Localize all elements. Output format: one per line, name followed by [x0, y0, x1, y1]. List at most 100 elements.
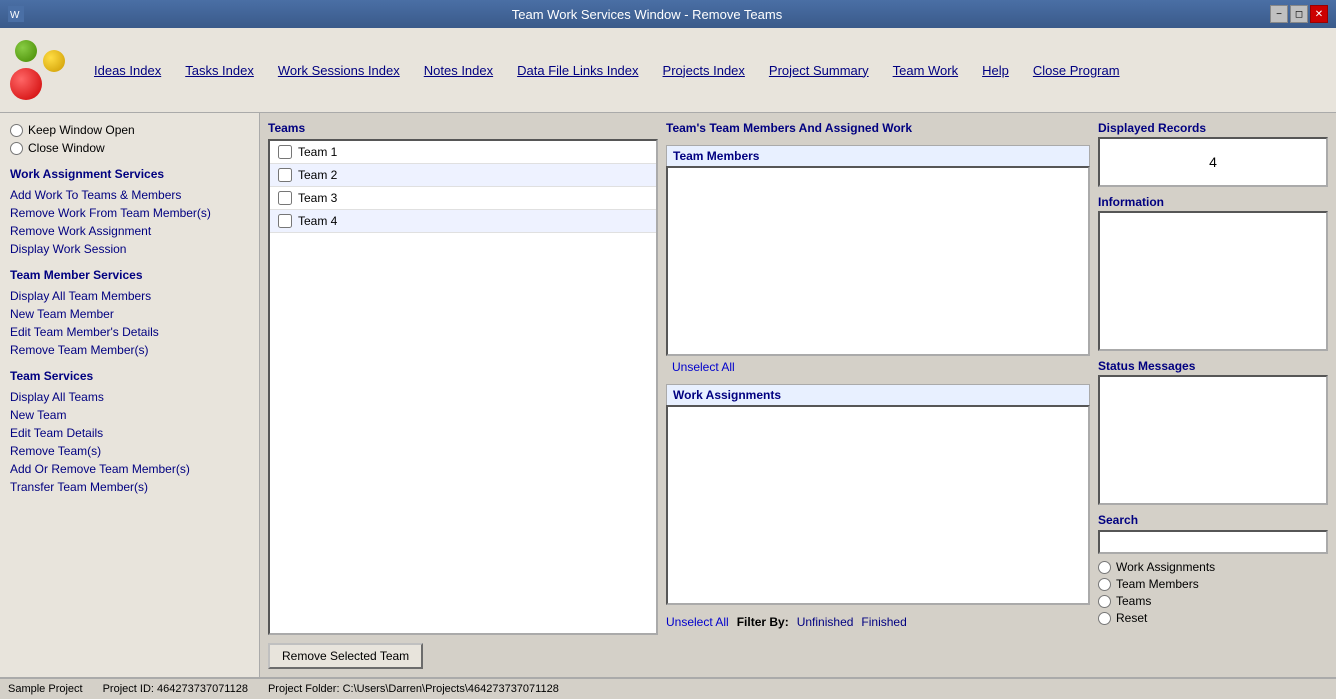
- sidebar-remove-teams[interactable]: Remove Team(s): [10, 442, 249, 460]
- menu-bar: Ideas Index Tasks Index Work Sessions In…: [0, 28, 1336, 113]
- sidebar-new-team-member[interactable]: New Team Member: [10, 305, 249, 323]
- search-teams-option[interactable]: Teams: [1098, 594, 1328, 608]
- search-reset-radio[interactable]: [1098, 612, 1111, 625]
- sidebar-add-work[interactable]: Add Work To Teams & Members: [10, 186, 249, 204]
- teams-panel-header: Teams: [268, 121, 658, 135]
- team-2-checkbox[interactable]: [278, 168, 292, 182]
- keep-window-open-label: Keep Window Open: [28, 123, 135, 137]
- team-item-3[interactable]: Team 3: [270, 187, 656, 210]
- status-messages-section: Status Messages: [1098, 359, 1328, 505]
- close-window-radio[interactable]: [10, 142, 23, 155]
- team-detail-panel: Team's Team Members And Assigned Work Te…: [666, 121, 1090, 669]
- information-section: Information: [1098, 195, 1328, 351]
- work-assignments-unselect-all[interactable]: Unselect All: [666, 615, 729, 629]
- logo-circle-red: [10, 68, 42, 100]
- app-logo: [10, 40, 65, 100]
- team-detail-header: Team's Team Members And Assigned Work: [666, 121, 1090, 135]
- sidebar-transfer-team-member[interactable]: Transfer Team Member(s): [10, 478, 249, 496]
- main-navigation: Ideas Index Tasks Index Work Sessions In…: [82, 59, 1326, 82]
- search-team-members-radio[interactable]: [1098, 578, 1111, 591]
- sidebar-remove-team-member[interactable]: Remove Team Member(s): [10, 341, 249, 359]
- close-window-button[interactable]: ✕: [1310, 5, 1328, 23]
- menu-data-file-links-index[interactable]: Data File Links Index: [505, 59, 650, 82]
- sidebar-new-team[interactable]: New Team: [10, 406, 249, 424]
- menu-notes-index[interactable]: Notes Index: [412, 59, 505, 82]
- status-project-folder: Project Folder: C:\Users\Darren\Projects…: [268, 683, 559, 695]
- team-members-header: Team Members: [666, 145, 1090, 166]
- teams-list[interactable]: Team 1 Team 2 Team 3 Team 4: [268, 139, 658, 635]
- filter-finished[interactable]: Finished: [861, 615, 906, 629]
- sidebar-remove-work-from-member[interactable]: Remove Work From Team Member(s): [10, 204, 249, 222]
- information-label: Information: [1098, 195, 1328, 209]
- team-3-label: Team 3: [298, 191, 337, 205]
- menu-tasks-index[interactable]: Tasks Index: [173, 59, 266, 82]
- sidebar-edit-team-member-details[interactable]: Edit Team Member's Details: [10, 323, 249, 341]
- team-4-label: Team 4: [298, 214, 337, 228]
- logo-circle-yellow: [43, 50, 65, 72]
- search-work-assignments-radio[interactable]: [1098, 561, 1111, 574]
- team-members-list[interactable]: [666, 166, 1090, 356]
- sidebar-display-all-teams[interactable]: Display All Teams: [10, 388, 249, 406]
- team-2-label: Team 2: [298, 168, 337, 182]
- close-window-label: Close Window: [28, 141, 105, 155]
- sidebar-display-work-session[interactable]: Display Work Session: [10, 240, 249, 258]
- title-bar: W Team Work Services Window - Remove Tea…: [0, 0, 1336, 28]
- search-work-assignments-option[interactable]: Work Assignments: [1098, 560, 1328, 574]
- sidebar-remove-work-assignment[interactable]: Remove Work Assignment: [10, 222, 249, 240]
- keep-window-open-option[interactable]: Keep Window Open: [10, 123, 249, 137]
- status-bar: Sample Project Project ID: 4642737370711…: [0, 677, 1336, 699]
- menu-project-summary[interactable]: Project Summary: [757, 59, 881, 82]
- close-window-option[interactable]: Close Window: [10, 141, 249, 155]
- team-members-unselect-row: Unselect All: [666, 356, 1090, 378]
- logo-circle-green: [15, 40, 37, 62]
- team-item-2[interactable]: Team 2: [270, 164, 656, 187]
- team-3-checkbox[interactable]: [278, 191, 292, 205]
- center-area: Teams Team 1 Team 2 Team 3 Team 4: [260, 113, 1336, 677]
- status-project-id-label: Project ID:: [103, 683, 154, 695]
- team-member-services-title: Team Member Services: [10, 268, 249, 282]
- menu-help[interactable]: Help: [970, 59, 1021, 82]
- team-item-1[interactable]: Team 1: [270, 141, 656, 164]
- sidebar-display-all-team-members[interactable]: Display All Team Members: [10, 287, 249, 305]
- search-reset-option[interactable]: Reset: [1098, 611, 1328, 625]
- svg-text:W: W: [10, 10, 20, 21]
- displayed-records-value: 4: [1098, 137, 1328, 187]
- status-project-id-value: 464273737071128: [157, 683, 248, 695]
- remove-selected-team-button[interactable]: Remove Selected Team: [268, 643, 423, 669]
- sidebar-add-remove-team-members[interactable]: Add Or Remove Team Member(s): [10, 460, 249, 478]
- displayed-records-label: Displayed Records: [1098, 121, 1328, 135]
- search-team-members-option[interactable]: Team Members: [1098, 577, 1328, 591]
- team-members-unselect-all[interactable]: Unselect All: [672, 360, 735, 374]
- menu-team-work[interactable]: Team Work: [881, 59, 971, 82]
- search-input[interactable]: [1098, 530, 1328, 554]
- menu-work-sessions-index[interactable]: Work Sessions Index: [266, 59, 412, 82]
- restore-button[interactable]: ◻: [1290, 5, 1308, 23]
- search-team-members-label: Team Members: [1116, 577, 1199, 591]
- menu-close-program[interactable]: Close Program: [1021, 59, 1132, 82]
- menu-projects-index[interactable]: Projects Index: [651, 59, 757, 82]
- status-project-name: Sample Project: [8, 683, 83, 695]
- team-1-checkbox[interactable]: [278, 145, 292, 159]
- search-teams-radio[interactable]: [1098, 595, 1111, 608]
- team-members-section: Team Members Unselect All: [666, 145, 1090, 378]
- team-4-checkbox[interactable]: [278, 214, 292, 228]
- team-item-4[interactable]: Team 4: [270, 210, 656, 233]
- sidebar-edit-team-details[interactable]: Edit Team Details: [10, 424, 249, 442]
- keep-window-open-radio[interactable]: [10, 124, 23, 137]
- search-reset-label: Reset: [1116, 611, 1147, 625]
- status-project-id: Project ID: 464273737071128: [103, 683, 248, 695]
- minimize-button[interactable]: −: [1270, 5, 1288, 23]
- window-controls: − ◻ ✕: [1270, 5, 1328, 23]
- filter-unfinished[interactable]: Unfinished: [797, 615, 854, 629]
- search-section: Search Work Assignments Team Members Tea…: [1098, 513, 1328, 625]
- displayed-records-section: Displayed Records 4: [1098, 121, 1328, 187]
- teams-panel: Teams Team 1 Team 2 Team 3 Team 4: [268, 121, 658, 669]
- menu-ideas-index[interactable]: Ideas Index: [82, 59, 173, 82]
- sidebar: Keep Window Open Close Window Work Assig…: [0, 113, 260, 677]
- filter-by-label: Filter By:: [737, 615, 789, 629]
- information-box: [1098, 211, 1328, 351]
- window-options: Keep Window Open Close Window: [10, 123, 249, 155]
- filter-row: Unselect All Filter By: Unfinished Finis…: [666, 611, 1090, 633]
- work-assignments-list[interactable]: [666, 405, 1090, 605]
- status-project-folder-label: Project Folder:: [268, 683, 340, 695]
